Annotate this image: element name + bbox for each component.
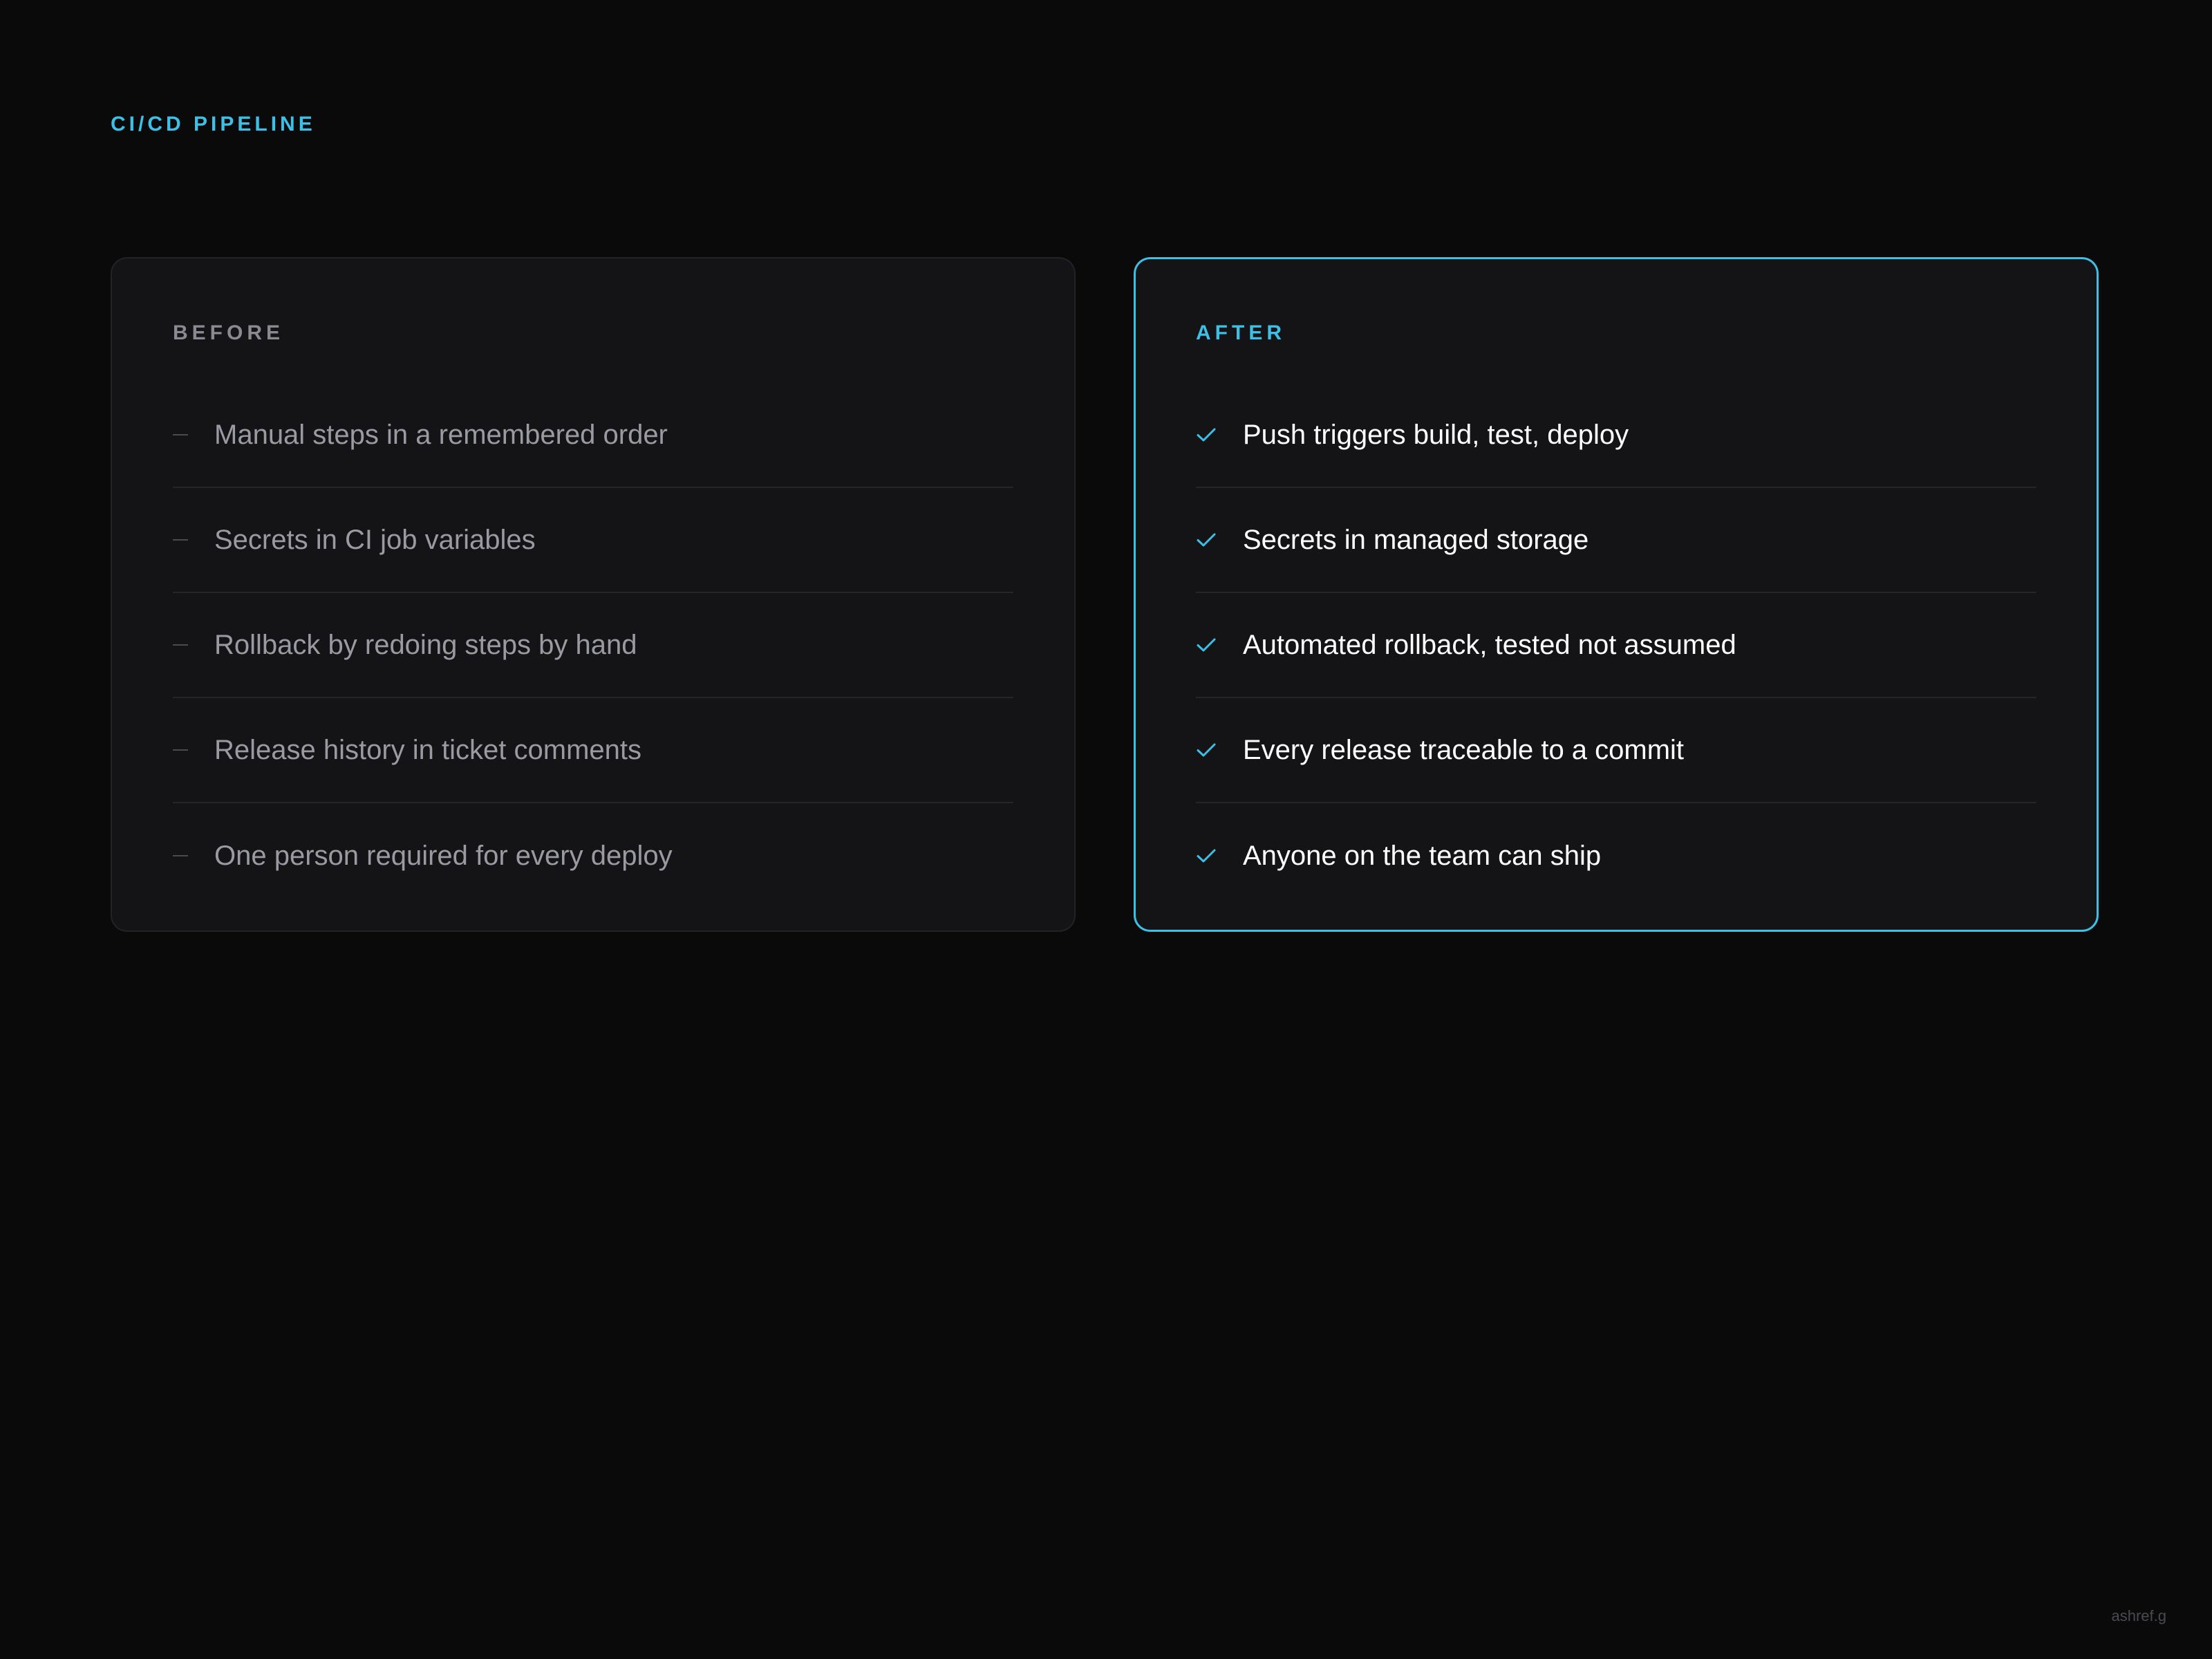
after-item: Every release traceable to a commit bbox=[1196, 698, 2036, 803]
after-item-text: Automated rollback, tested not assumed bbox=[1243, 630, 1736, 660]
after-list: Push triggers build, test, deploy Secret… bbox=[1196, 383, 2036, 908]
after-item: Automated rollback, tested not assumed bbox=[1196, 593, 2036, 698]
before-item-text: Release history in ticket comments bbox=[214, 735, 642, 765]
after-heading: AFTER bbox=[1196, 321, 1286, 344]
before-item: Manual steps in a remembered order bbox=[173, 383, 1013, 488]
check-icon bbox=[1196, 427, 1243, 443]
check-icon bbox=[1196, 532, 1243, 548]
after-item: Anyone on the team can ship bbox=[1196, 803, 2036, 908]
before-card: BEFORE Manual steps in a remembered orde… bbox=[111, 257, 1076, 932]
before-item-text: Secrets in CI job variables bbox=[214, 525, 536, 555]
before-list: Manual steps in a remembered order Secre… bbox=[173, 383, 1013, 908]
before-item-text: Rollback by redoing steps by hand bbox=[214, 630, 637, 660]
before-heading: BEFORE bbox=[173, 321, 285, 344]
after-item: Secrets in managed storage bbox=[1196, 488, 2036, 593]
after-item-text: Every release traceable to a commit bbox=[1243, 735, 1685, 765]
before-item: Release history in ticket comments bbox=[173, 698, 1013, 803]
page-eyebrow: CI/CD PIPELINE bbox=[111, 113, 316, 135]
before-item: Rollback by redoing steps by hand bbox=[173, 593, 1013, 698]
dash-icon bbox=[173, 749, 214, 751]
before-item-text: Manual steps in a remembered order bbox=[214, 420, 668, 450]
check-icon bbox=[1196, 847, 1243, 864]
author-signature: ashref.g bbox=[2111, 1607, 2167, 1624]
before-item-text: One person required for every deploy bbox=[214, 841, 673, 871]
after-item: Push triggers build, test, deploy bbox=[1196, 383, 2036, 488]
after-item-text: Anyone on the team can ship bbox=[1243, 841, 1602, 871]
check-icon bbox=[1196, 742, 1243, 758]
after-item-text: Push triggers build, test, deploy bbox=[1243, 420, 1629, 450]
dash-icon bbox=[173, 644, 214, 646]
dash-icon bbox=[173, 434, 214, 435]
before-item: One person required for every deploy bbox=[173, 803, 1013, 908]
after-item-text: Secrets in managed storage bbox=[1243, 525, 1589, 555]
before-item: Secrets in CI job variables bbox=[173, 488, 1013, 593]
dash-icon bbox=[173, 855, 214, 856]
dash-icon bbox=[173, 539, 214, 541]
check-icon bbox=[1196, 637, 1243, 653]
after-card: AFTER Push triggers build, test, deploy … bbox=[1134, 257, 2099, 932]
